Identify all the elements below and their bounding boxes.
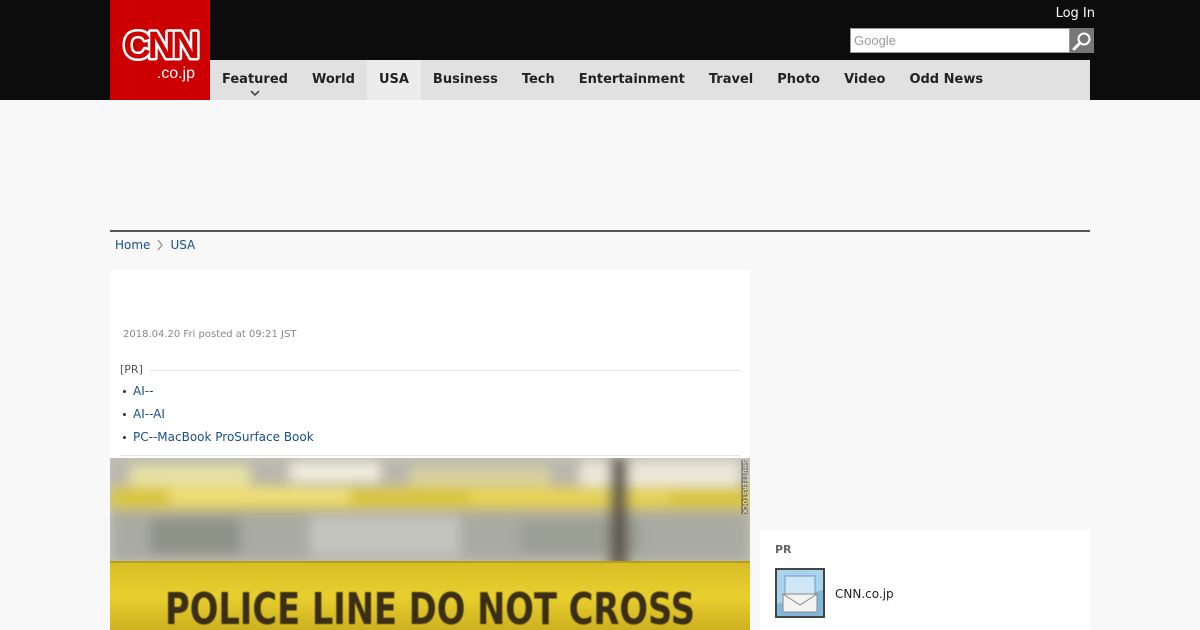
pr-link[interactable]: PC--MacBook ProSurface Book — [133, 426, 314, 449]
list-item: AI-- — [120, 380, 740, 403]
nav-item-label: Tech — [521, 72, 555, 87]
nav-item-label: Photo — [777, 72, 821, 87]
sidebar-thumbnail[interactable] — [775, 568, 825, 618]
nav-item-odd-news[interactable]: Odd News — [897, 60, 995, 100]
nav-item-featured[interactable]: Featured — [210, 60, 300, 100]
nav-item-business[interactable]: Business — [421, 60, 510, 100]
list-item: PC--MacBook ProSurface Book — [120, 426, 740, 449]
search-box — [850, 28, 1094, 53]
nav-item-entertainment[interactable]: Entertainment — [567, 60, 697, 100]
article-hero-image: POLICE LINE DO NOT CROSS SHUTTERSTOCK — [110, 458, 750, 630]
logo-subtext: .co.jp — [157, 65, 195, 82]
sidebar-pr-link[interactable]: CNN.co.jp — [835, 587, 894, 601]
nav-item-label: World — [311, 72, 355, 87]
nav-item-label: Entertainment — [578, 72, 685, 87]
mail-thumbnail-icon — [777, 570, 823, 616]
section-divider — [110, 230, 1090, 232]
cnn-logo[interactable]: CNN CNN .co.jp — [110, 0, 210, 100]
top-bar: CNN CNN .co.jp Log In Featured World USA… — [0, 0, 1200, 100]
nav-item-label: Odd News — [909, 72, 984, 87]
nav-item-label: USA — [378, 72, 409, 87]
nav-item-tech[interactable]: Tech — [510, 60, 567, 100]
image-credit: SHUTTERSTOCK — [741, 460, 748, 515]
chevron-down-icon — [250, 90, 260, 97]
nav-item-usa[interactable]: USA — [366, 60, 421, 100]
chevron-right-icon — [157, 239, 164, 251]
bullet-icon — [123, 413, 126, 416]
search-icon — [1072, 32, 1091, 50]
login-link[interactable]: Log In — [1056, 6, 1095, 21]
list-item: AI--AI — [120, 403, 740, 426]
nav-item-label: Video — [844, 72, 886, 87]
bullet-icon — [123, 390, 126, 393]
nav-item-label: Travel — [708, 72, 754, 87]
nav-item-travel[interactable]: Travel — [697, 60, 765, 100]
nav-item-label: Business — [432, 72, 498, 87]
nav-item-label: Featured — [222, 72, 288, 87]
breadcrumb-home[interactable]: Home — [115, 238, 150, 252]
pr-list: AI-- AI--AI PC--MacBook ProSurface Book — [120, 380, 740, 449]
breadcrumb-usa[interactable]: USA — [170, 238, 195, 252]
main-nav: Featured World USA Business Tech Enterta… — [210, 60, 1090, 100]
pr-link[interactable]: AI-- — [133, 380, 153, 403]
sidebar-pr-card: PR CNN.co.jp — [760, 530, 1090, 630]
nav-item-video[interactable]: Video — [832, 60, 897, 100]
pr-label-divider — [148, 369, 740, 371]
breadcrumb: Home USA — [115, 238, 195, 252]
sidebar-pr-label: PR — [775, 543, 792, 556]
posted-date: 2018.04.20 Fri posted at 09:21 JST — [123, 329, 297, 340]
police-tape-photo: POLICE LINE DO NOT CROSS — [110, 458, 750, 630]
search-button[interactable] — [1070, 28, 1094, 53]
article-card: 2018.04.20 Fri posted at 09:21 JST [PR] … — [110, 270, 750, 630]
pr-label: [PR] — [120, 363, 143, 376]
pr-link[interactable]: AI--AI — [133, 403, 165, 426]
nav-item-world[interactable]: World — [300, 60, 367, 100]
logo-text: CNN — [123, 25, 197, 67]
pr-links-block: [PR] AI-- AI--AI PC--MacBook ProSurface … — [120, 363, 740, 456]
cnn-logo-mark: CNN CNN .co.jp — [121, 23, 203, 83]
tape-text: POLICE LINE DO NOT CROSS — [165, 584, 695, 630]
nav-item-photo[interactable]: Photo — [765, 60, 832, 100]
pr-label-row: [PR] — [120, 363, 740, 377]
bullet-icon — [123, 436, 126, 439]
search-input[interactable] — [850, 28, 1070, 53]
